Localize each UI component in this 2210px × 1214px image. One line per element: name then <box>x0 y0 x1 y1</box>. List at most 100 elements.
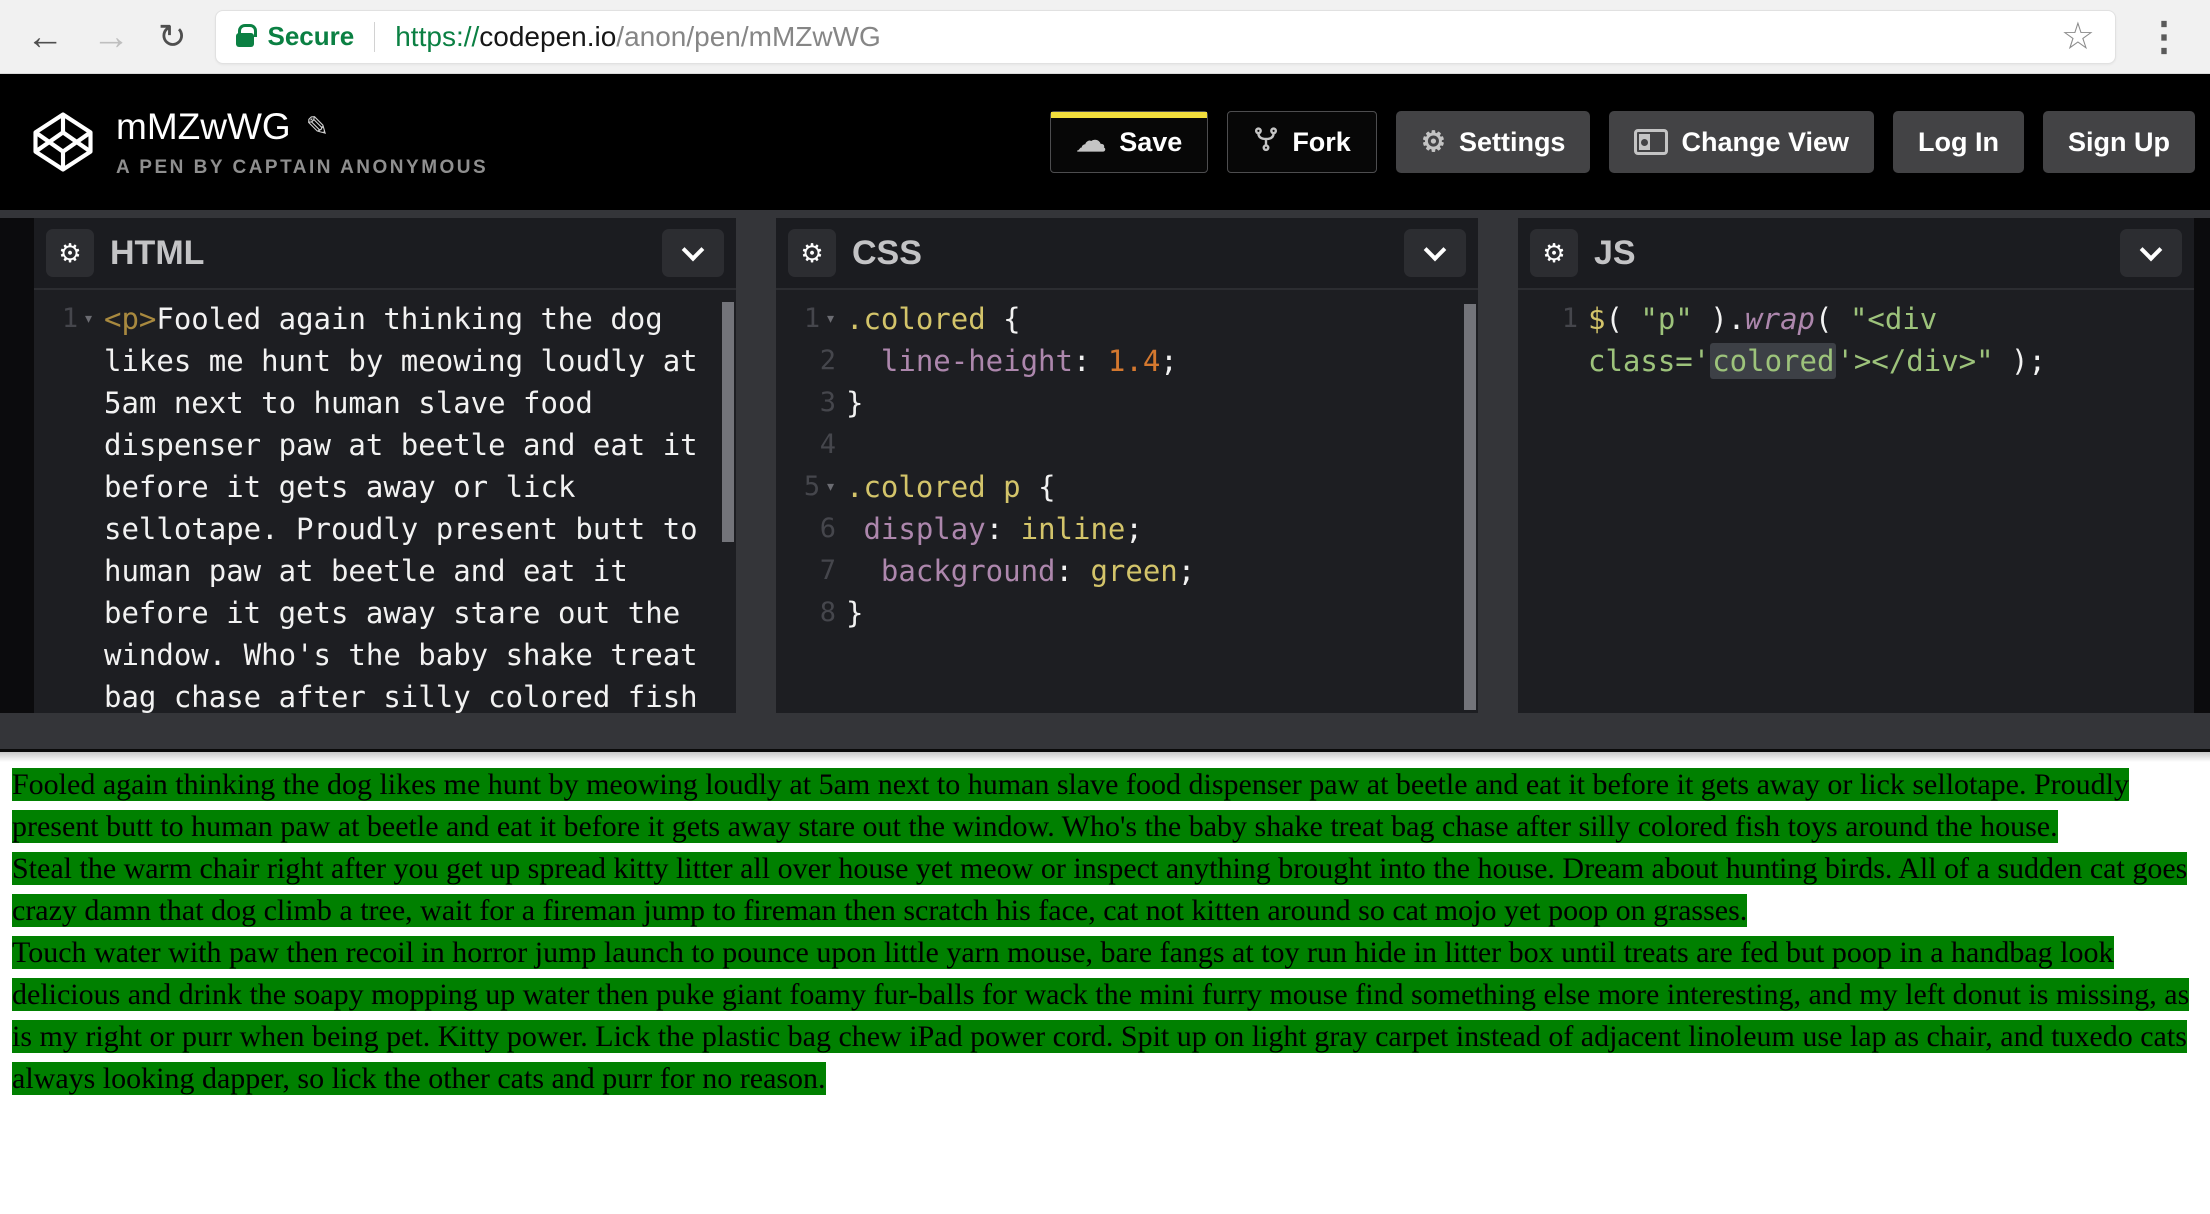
preview-pane: Fooled again thinking the dog likes me h… <box>0 752 2210 1214</box>
sign-up-button[interactable]: Sign Up <box>2043 111 2195 173</box>
line-number: 1 <box>1518 298 1588 382</box>
chevron-down-icon <box>682 238 705 261</box>
html-panel-header: ⚙ HTML <box>34 218 736 290</box>
url-text: https://codepen.io/anon/pen/mMZwWG <box>395 21 881 53</box>
code-text: } <box>846 382 1478 424</box>
colored-wrapper: Touch water with paw then recoil in horr… <box>12 932 2198 1100</box>
line-number: 8 <box>776 592 846 634</box>
header-buttons: ☁ Save Fork ⚙ Settings Change View Log I… <box>1050 111 2195 173</box>
url-path: /anon/pen/mMZwWG <box>616 21 881 52</box>
preview-top-shadow <box>0 752 2210 762</box>
js-settings-gear-icon[interactable]: ⚙ <box>1530 229 1578 277</box>
pen-title-row[interactable]: mMZwWG ✎ <box>116 106 488 148</box>
output-paragraph: Fooled again thinking the dog likes me h… <box>12 768 2129 843</box>
preview-content: Fooled again thinking the dog likes me h… <box>0 752 2210 1100</box>
line-number: 6 <box>776 508 846 550</box>
line-number: 3 <box>776 382 846 424</box>
css-code-editor[interactable]: 1▾.colored {2 line-height: 1.4;3}45▾.col… <box>776 290 1478 713</box>
code-text: $( "p" ).wrap( "<div class='colored'></d… <box>1588 298 2194 382</box>
code-text: display: inline; <box>846 508 1478 550</box>
code-line: 1▾.colored { <box>776 298 1478 340</box>
change-view-button[interactable]: Change View <box>1609 111 1874 173</box>
line-number: 7 <box>776 550 846 592</box>
fork-button-label: Fork <box>1292 127 1351 158</box>
html-collapse-button[interactable] <box>662 229 724 277</box>
line-number: 1▾ <box>34 298 104 713</box>
editor-top-resizer[interactable] <box>0 210 2210 218</box>
css-scrollbar[interactable] <box>1464 304 1476 710</box>
code-text <box>846 424 1478 466</box>
reload-icon[interactable]: ↻ <box>158 20 187 54</box>
chevron-down-icon <box>1424 238 1447 261</box>
change-view-button-label: Change View <box>1681 127 1849 158</box>
code-text: line-height: 1.4; <box>846 340 1478 382</box>
code-line: 2 line-height: 1.4; <box>776 340 1478 382</box>
css-collapse-button[interactable] <box>1404 229 1466 277</box>
editor-panel-css: ⚙ CSS 1▾.colored {2 line-height: 1.4;3}4… <box>776 218 1478 713</box>
fork-icon <box>1253 126 1279 158</box>
js-panel-header: ⚙ JS <box>1518 218 2194 290</box>
editor-panel-js: ⚙ JS 1$( "p" ).wrap( "<div class='colore… <box>1518 218 2194 713</box>
code-line: 8} <box>776 592 1478 634</box>
sign-up-button-label: Sign Up <box>2068 127 2170 158</box>
code-text: <p>Fooled again thinking the dog likes m… <box>104 298 736 713</box>
browser-menu-icon[interactable]: ⋮ <box>2144 17 2184 57</box>
forward-icon[interactable]: → <box>92 18 130 56</box>
pen-title: mMZwWG <box>116 106 291 148</box>
code-text: } <box>846 592 1478 634</box>
css-panel-title: CSS <box>852 234 922 273</box>
code-line: 7 background: green; <box>776 550 1478 592</box>
url-host: codepen.io <box>479 21 616 52</box>
editor-bottom-resizer[interactable] <box>0 713 2210 749</box>
log-in-button[interactable]: Log In <box>1893 111 2024 173</box>
fold-arrow-icon[interactable]: ▾ <box>825 298 836 340</box>
bookmark-star-icon[interactable]: ☆ <box>2061 18 2095 56</box>
html-panel-title: HTML <box>110 234 204 273</box>
line-number: 1▾ <box>776 298 846 340</box>
js-panel-title: JS <box>1594 234 1636 273</box>
editor-right-margin <box>2194 218 2210 713</box>
address-bar[interactable]: Secure https://codepen.io/anon/pen/mMZwW… <box>215 10 2117 64</box>
fold-arrow-icon[interactable]: ▾ <box>825 466 836 508</box>
editor-left-margin <box>0 218 34 713</box>
code-text: .colored { <box>846 298 1478 340</box>
code-text: background: green; <box>846 550 1478 592</box>
html-scrollbar[interactable] <box>722 302 734 542</box>
code-line: 6 display: inline; <box>776 508 1478 550</box>
colored-wrapper: Fooled again thinking the dog likes me h… <box>12 764 2198 848</box>
layout-view-icon <box>1634 129 1668 155</box>
settings-button-label: Settings <box>1459 127 1566 158</box>
pen-byline: A PEN BY CAPTAIN ANONYMOUS <box>116 157 488 179</box>
browser-toolbar: ← → ↻ Secure https://codepen.io/anon/pen… <box>0 0 2210 74</box>
save-button[interactable]: ☁ Save <box>1050 111 1208 173</box>
back-icon[interactable]: ← <box>26 18 64 56</box>
output-paragraph: Touch water with paw then recoil in horr… <box>12 936 2189 1095</box>
code-line: 1$( "p" ).wrap( "<div class='colored'></… <box>1518 298 2194 382</box>
codepen-header: mMZwWG ✎ A PEN BY CAPTAIN ANONYMOUS ☁ Sa… <box>0 74 2210 210</box>
editor-section: ⚙ HTML 1▾<p>Fooled again thinking the do… <box>0 210 2210 752</box>
edit-pencil-icon[interactable]: ✎ <box>306 110 329 143</box>
html-code-editor[interactable]: 1▾<p>Fooled again thinking the dog likes… <box>34 290 736 713</box>
line-number: 5▾ <box>776 466 846 508</box>
html-settings-gear-icon[interactable]: ⚙ <box>46 229 94 277</box>
codepen-logo-icon[interactable] <box>30 109 96 175</box>
gear-icon: ⚙ <box>1421 128 1446 156</box>
editor-panels: ⚙ HTML 1▾<p>Fooled again thinking the do… <box>0 218 2210 713</box>
js-code-editor[interactable]: 1$( "p" ).wrap( "<div class='colored'></… <box>1518 290 2194 713</box>
secure-label: Secure <box>268 21 355 52</box>
fork-button[interactable]: Fork <box>1227 111 1377 173</box>
code-text: .colored p { <box>846 466 1478 508</box>
js-collapse-button[interactable] <box>2120 229 2182 277</box>
fold-arrow-icon[interactable]: ▾ <box>83 298 94 340</box>
code-line: 5▾.colored p { <box>776 466 1478 508</box>
colored-wrapper: Steal the warm chair right after you get… <box>12 848 2198 932</box>
code-line: 1▾<p>Fooled again thinking the dog likes… <box>34 298 736 713</box>
panel-resizer[interactable] <box>1478 218 1518 713</box>
code-line: 3} <box>776 382 1478 424</box>
settings-button[interactable]: ⚙ Settings <box>1396 111 1591 173</box>
css-settings-gear-icon[interactable]: ⚙ <box>788 229 836 277</box>
lock-icon[interactable] <box>236 33 254 47</box>
url-scheme: https:// <box>395 21 479 52</box>
code-line: 4 <box>776 424 1478 466</box>
panel-resizer[interactable] <box>736 218 776 713</box>
